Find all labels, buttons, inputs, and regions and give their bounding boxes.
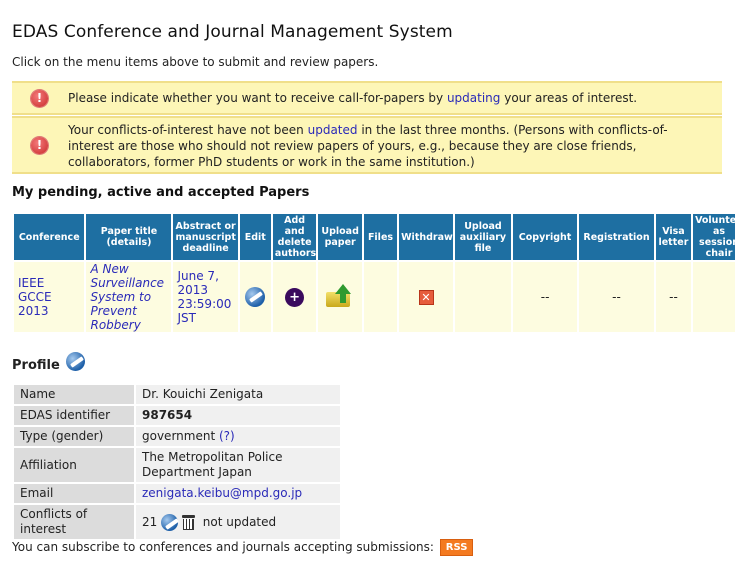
col-upload-paper: Upload paper [318,214,362,260]
withdraw-icon[interactable]: ✕ [418,289,434,305]
copyright-cell: -- [512,262,578,332]
files-cell [363,262,398,332]
rss-icon[interactable]: RSS [439,539,474,556]
profile-row-email: Email zenigata.keibu@mpd.go.jp [14,484,340,503]
updated-link[interactable]: updated [308,123,358,137]
page-title: EDAS Conference and Journal Management S… [12,22,453,42]
trash-icon[interactable] [181,514,195,530]
col-upload-aux: Upload auxiliary file [454,214,511,260]
upload-paper-icon[interactable] [326,283,354,308]
notice-text: Please indicate whether you want to rece… [68,91,638,105]
col-files: Files [363,214,398,260]
profile-row-name: Name Dr. Kouichi Zenigata [14,385,340,404]
papers-table: Conference Paper title (details) Abstrac… [12,212,735,334]
edit-icon[interactable] [245,287,266,307]
notice-call-for-papers: ! Please indicate whether you want to re… [12,81,722,115]
conference-link[interactable]: IEEE GCCE 2013 [18,276,52,318]
profile-row-id: EDAS identifier 987654 [14,406,340,425]
page-subtitle: Click on the menu items above to submit … [12,55,379,69]
profile-table: Name Dr. Kouichi Zenigata EDAS identifie… [12,383,342,541]
volunteer-cell [693,262,735,332]
conference-cell: IEEE GCCE 2013 [14,262,85,332]
profile-row-affiliation: Affiliation The Metropolitan Police Depa… [14,448,340,482]
updating-link[interactable]: updating [447,91,500,105]
upload-aux-cell [454,262,511,332]
edit-profile-icon[interactable] [66,352,86,371]
type-help-link[interactable]: (?) [219,429,235,443]
warning-icon: ! [31,137,48,154]
conflicts-status: not updated [202,514,277,529]
col-authors: Add and delete authors [272,214,317,260]
profile-heading: Profile [12,352,86,373]
upload-cell [318,262,362,332]
paper-title-link[interactable]: A New Surveillance System to Prevent Rob… [90,262,164,332]
col-visa-letter: Visa letter [655,214,692,260]
visa-cell: -- [655,262,692,332]
edit-cell [239,262,271,332]
edit-conflicts-icon[interactable] [161,513,179,531]
papers-heading: My pending, active and accepted Papers [12,185,310,200]
col-volunteer: Volunteer as session chair [693,214,735,260]
deadline-link[interactable]: June 7, 2013 23:59:00 JST [177,269,231,325]
profile-row-type: Type (gender) government (?) [14,427,340,446]
profile-row-conflicts: Conflicts of interest 21 not updated [14,505,340,539]
authors-cell: + [272,262,317,332]
table-row: IEEE GCCE 2013 A New Surveillance System… [14,262,735,332]
col-conference[interactable]: Conference [14,214,85,260]
deadline-cell: June 7, 2013 23:59:00 JST [173,262,238,332]
col-deadline[interactable]: Abstract or manuscript deadline [173,214,238,260]
col-paper-title[interactable]: Paper title (details) [86,214,172,260]
add-author-icon[interactable]: + [285,287,305,307]
email-link[interactable]: zenigata.keibu@mpd.go.jp [142,486,302,500]
notice-text: Your conflicts-of-interest have not been… [68,123,668,169]
col-copyright: Copyright [512,214,578,260]
subscribe-footer: You can subscribe to conferences and jou… [12,539,474,556]
registration-cell: -- [579,262,654,332]
papers-header-row: Conference Paper title (details) Abstrac… [14,214,735,260]
paper-title-cell: A New Surveillance System to Prevent Rob… [86,262,172,332]
conflicts-count: 21 [142,514,158,529]
col-withdraw: Withdraw [399,214,453,260]
warning-icon: ! [31,90,48,107]
col-registration: Registration [579,214,654,260]
col-edit: Edit [239,214,271,260]
withdraw-cell: ✕ [399,262,453,332]
notice-conflicts-of-interest: ! Your conflicts-of-interest have not be… [12,116,722,174]
